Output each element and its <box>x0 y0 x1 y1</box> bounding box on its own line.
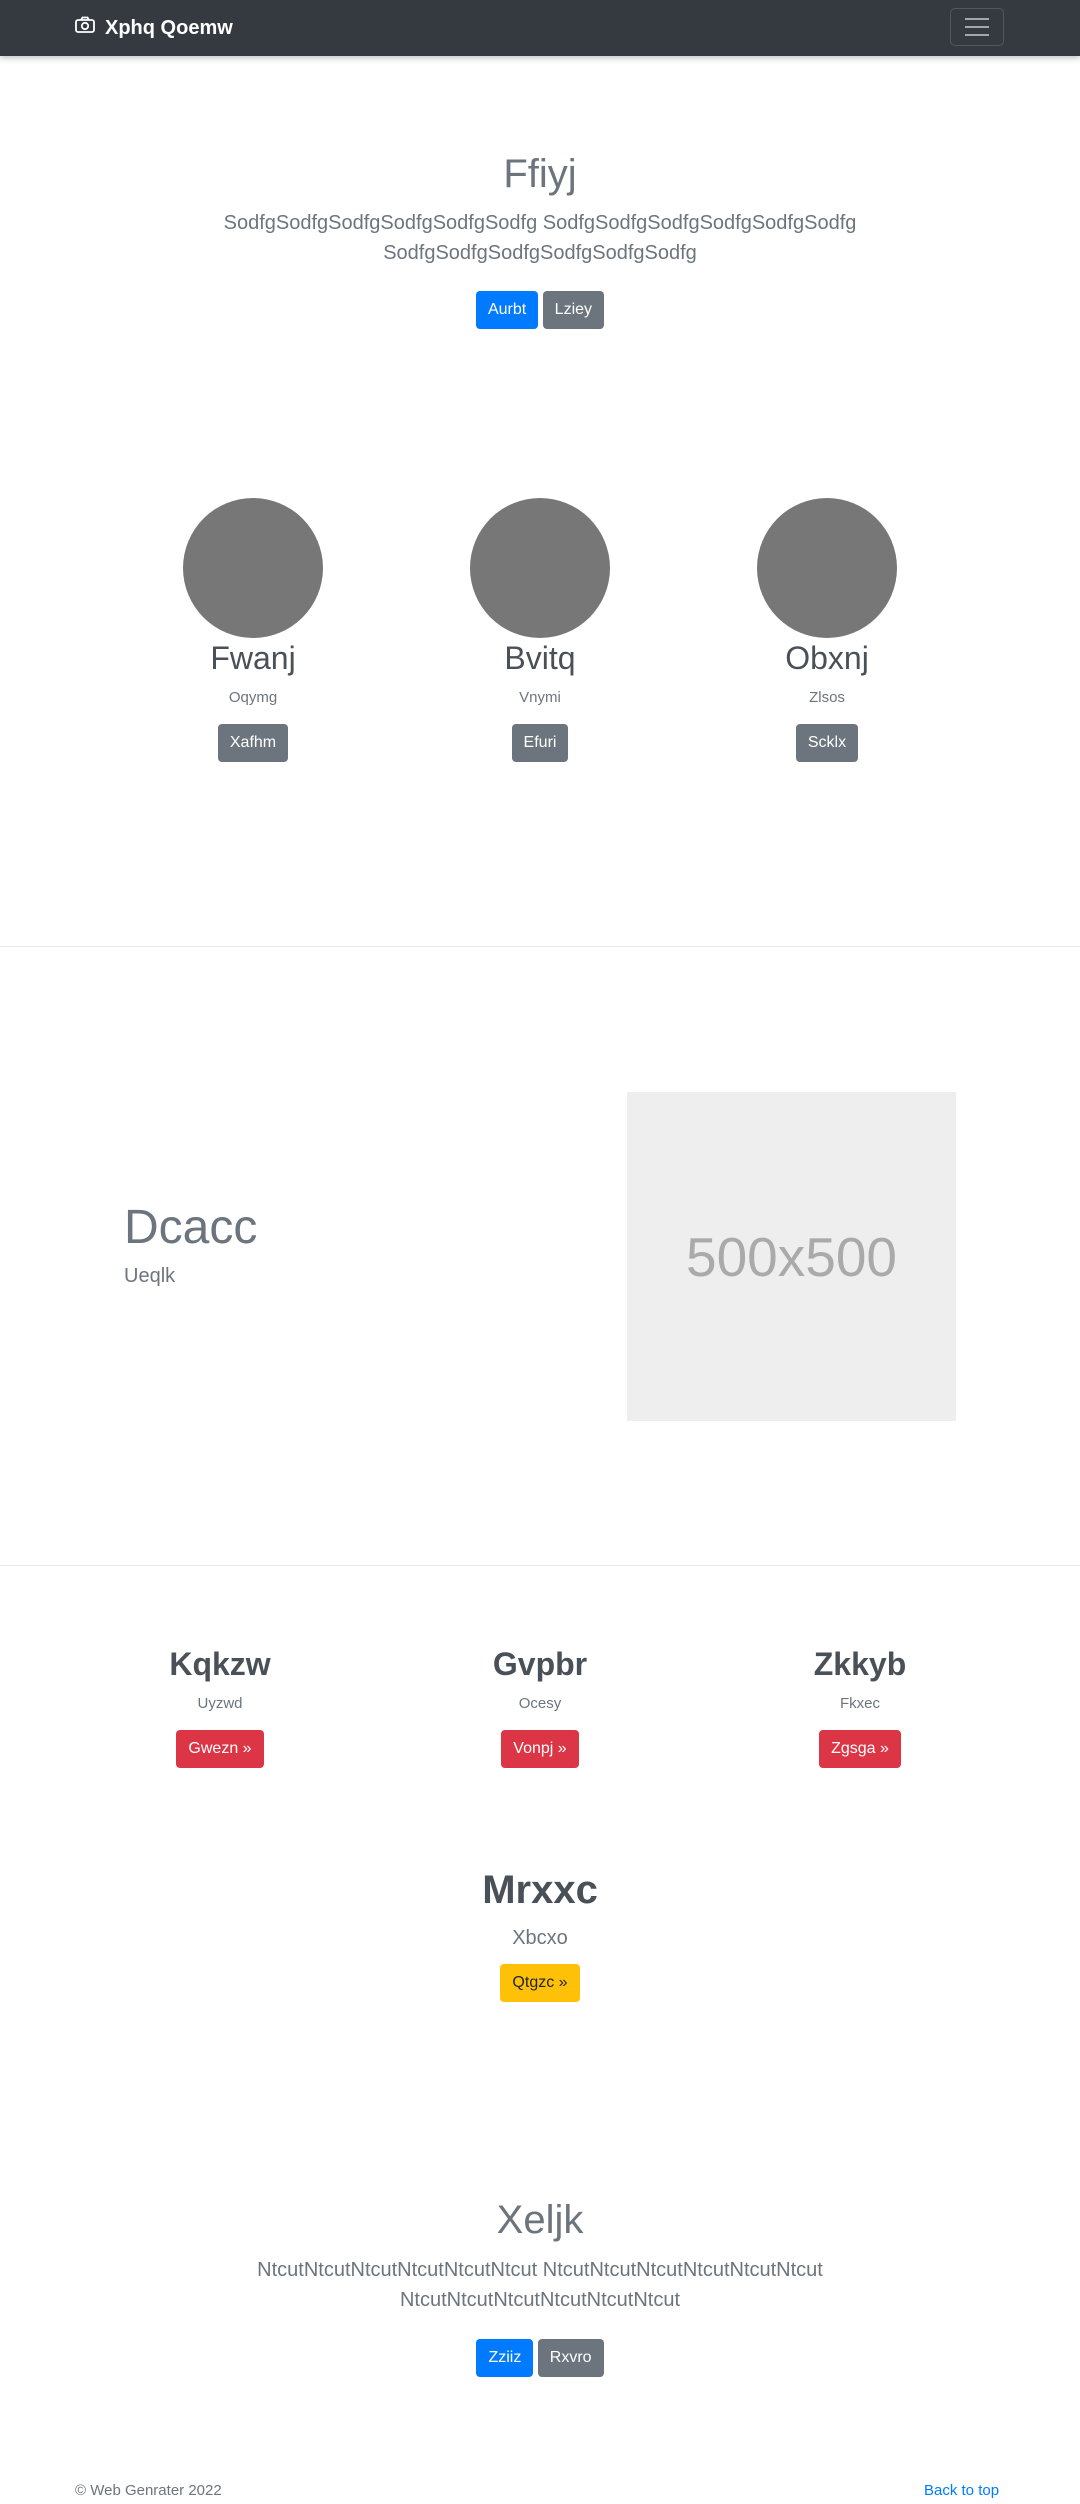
placeholder-label: 500x500 <box>685 1225 898 1288</box>
highlight-subtitle: Xbcxo <box>512 1927 568 1949</box>
column-subtitle: Uyzwd <box>197 1695 243 1712</box>
back-to-top-link[interactable]: Back to top <box>924 2482 999 2499</box>
cta-primary-button[interactable]: Zziiz <box>476 2339 534 2377</box>
feature-subheading: Ueqlk <box>124 1265 176 1287</box>
hero-text: SodfgSodfgSodfgSodfgSodfgSodfg SodfgSodf… <box>0 208 1080 268</box>
column-title: Kqkzw <box>169 1646 271 1682</box>
brand-name: Xphq Qoemw <box>105 16 233 39</box>
section-divider <box>0 1565 1080 1566</box>
cta-secondary-button[interactable]: Rxvro <box>537 2339 604 2377</box>
cta-text-line2: NtcutNtcutNtcutNtcutNtcutNtcut <box>399 2289 681 2311</box>
navbar: Xphq Qoemw <box>0 0 1080 56</box>
cta-text: NtcutNtcutNtcutNtcutNtcutNtcut NtcutNtcu… <box>0 2255 1080 2315</box>
member-role: Oqymg <box>228 689 278 706</box>
member-name: Bvitq <box>504 640 576 676</box>
member-button[interactable]: Scklx <box>795 724 859 762</box>
column-button[interactable]: Vonpj » <box>501 1730 579 1768</box>
highlight-section: Mrxxc Xbcxo Qtgzc » <box>0 1868 1080 2002</box>
cta-title: Xeljk <box>496 2198 584 2242</box>
avatar <box>470 498 610 638</box>
hero-title: Ffiyj <box>503 152 577 196</box>
avatar <box>757 498 897 638</box>
team-member-card: Fwanj Oqymg Xafhm <box>103 498 403 762</box>
column-subtitle: Fkxec <box>839 1695 880 1712</box>
camera-icon <box>75 16 95 40</box>
member-button[interactable]: Xafhm <box>217 724 289 762</box>
team-member-card: Obxnj Zlsos Scklx <box>677 498 977 762</box>
footer-copyright: © Web Genrater 2022 <box>75 2482 222 2499</box>
column-button[interactable]: Zgsga » <box>819 1730 901 1768</box>
column-button[interactable]: Gwezn » <box>176 1730 264 1768</box>
member-role: Zlsos <box>809 689 845 706</box>
member-name: Obxnj <box>785 640 869 676</box>
hero-text-line1: SodfgSodfgSodfgSodfgSodfgSodfg SodfgSodf… <box>223 212 857 234</box>
team-member-card: Bvitq Vnymi Efuri <box>390 498 690 762</box>
placeholder-image: 500x500 <box>627 1092 956 1421</box>
hero-text-line2: SodfgSodfgSodfgSodfgSodfgSodfg <box>383 242 697 264</box>
cta-buttons: Zziiz Rxvro <box>0 2339 1080 2377</box>
navbar-toggler-button[interactable] <box>950 8 1004 46</box>
hero-primary-button[interactable]: Aurbt <box>475 291 539 329</box>
member-button[interactable]: Efuri <box>511 724 569 762</box>
column-title: Gvpbr <box>492 1646 588 1682</box>
highlight-title: Mrxxc <box>482 1868 598 1912</box>
navbar-brand[interactable]: Xphq Qoemw <box>75 15 233 41</box>
info-column: Zkkyb Fkxec Zgsga » <box>700 1646 1020 1768</box>
column-title: Zkkyb <box>813 1646 907 1682</box>
section-divider <box>0 946 1080 947</box>
hero-secondary-button[interactable]: Lziey <box>542 291 605 329</box>
hamburger-icon <box>965 18 989 20</box>
hero-buttons: Aurbt Lziey <box>0 291 1080 329</box>
cta-text-line1: NtcutNtcutNtcutNtcutNtcutNtcut NtcutNtcu… <box>257 2259 823 2281</box>
column-subtitle: Ocesy <box>518 1695 562 1712</box>
info-column: Kqkzw Uyzwd Gwezn » <box>60 1646 380 1768</box>
highlight-button[interactable]: Qtgzc » <box>500 1964 580 2002</box>
member-name: Fwanj <box>210 640 296 676</box>
info-column: Gvpbr Ocesy Vonpj » <box>380 1646 700 1768</box>
avatar <box>183 498 323 638</box>
feature-heading: Dcacc <box>124 1201 258 1254</box>
member-role: Vnymi <box>519 689 561 706</box>
